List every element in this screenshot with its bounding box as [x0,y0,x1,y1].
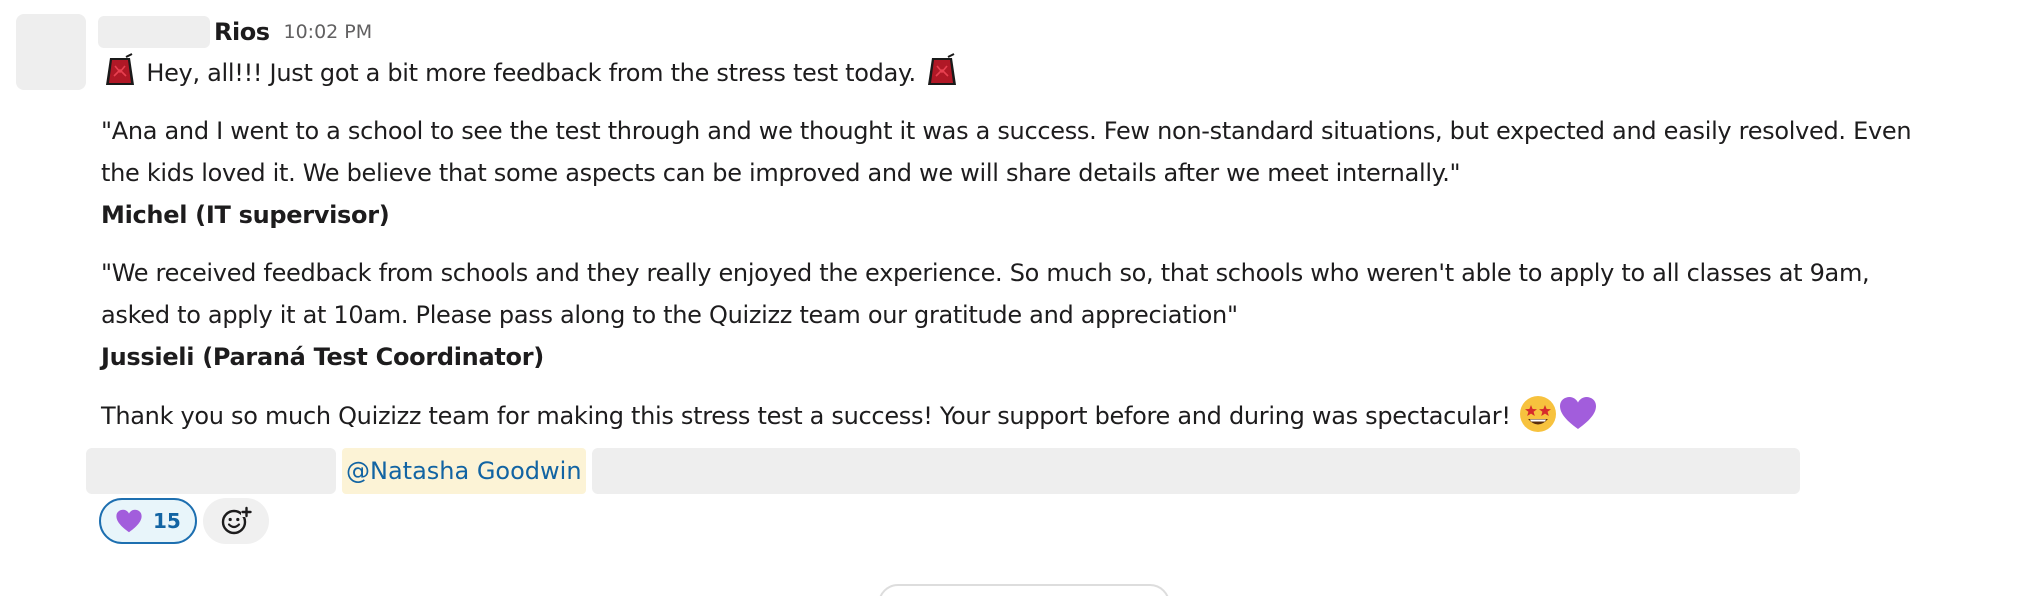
jump-pill[interactable] [878,584,1170,596]
fez-hat-icon [106,53,134,85]
intro-text: Hey, all!!! Just got a bit more feedback… [146,59,916,87]
message-header: Rios 10:02 PM [98,14,372,50]
quote-2-line-2: asked to apply it at 10am. Please pass a… [101,301,1238,329]
star-struck-icon [1520,396,1556,432]
redacted-text [86,448,336,494]
reaction-purple-heart[interactable]: 15 [99,498,197,544]
fez-hat-icon [928,53,957,85]
redacted-name [98,16,210,48]
purple-heart-icon [1560,397,1596,429]
thanks-text: Thank you so much Quizizz team for makin… [101,402,1511,430]
message: Rios 10:02 PM Hey, all!!! Just got a bit… [0,0,2036,596]
reactions-bar: 15 [99,498,269,544]
intro-line: Hey, all!!! Just got a bit more feedback… [101,52,2021,94]
user-mention[interactable]: @Natasha Goodwin [342,448,586,494]
quote-2: "We received feedback from schools and t… [101,252,2021,378]
mention-row: @Natasha Goodwin [86,448,1800,494]
add-reaction-icon [221,506,252,535]
quote-1-line-1: "Ana and I went to a school to see the t… [101,117,1912,145]
reaction-count: 15 [153,509,181,533]
quote-1: "Ana and I went to a school to see the t… [101,110,2021,236]
redacted-text [591,448,1800,494]
timestamp[interactable]: 10:02 PM [283,21,372,43]
quote-2-author: Jussieli (Paraná Test Coordinator) [101,343,544,371]
purple-heart-icon [116,509,142,533]
author-name[interactable]: Rios [214,18,270,46]
thanks-line: Thank you so much Quizizz team for makin… [101,394,2021,437]
quote-1-line-2: the kids loved it. We believe that some … [101,159,1461,187]
quote-2-line-1: "We received feedback from schools and t… [101,259,1870,287]
avatar[interactable] [16,14,86,90]
message-body: Hey, all!!! Just got a bit more feedback… [101,52,2021,437]
quote-1-author: Michel (IT supervisor) [101,201,390,229]
add-reaction-button[interactable] [202,498,269,544]
